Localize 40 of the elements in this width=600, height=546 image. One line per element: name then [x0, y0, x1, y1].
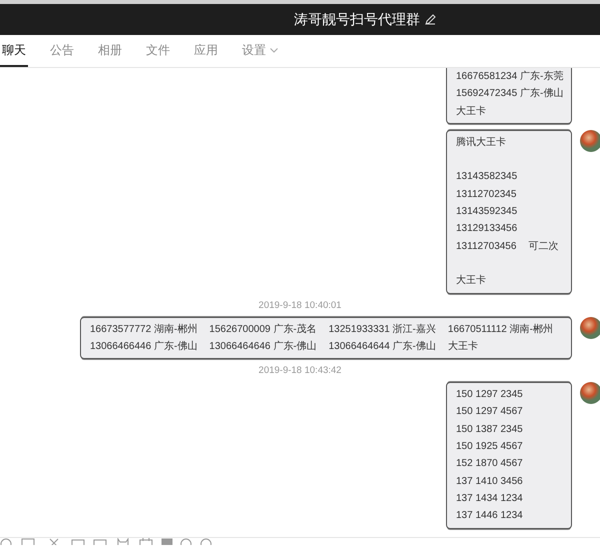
- avatar-icon[interactable]: [580, 382, 600, 404]
- message-text: 150 1925 4567: [456, 440, 523, 454]
- message-text: 13066466446 广东-佛山: [90, 340, 198, 354]
- message-text: 137 1434 1234: [456, 492, 523, 506]
- message-text: 13143592345: [456, 205, 518, 220]
- message-text: 137 1410 3456: [456, 474, 523, 489]
- tab[interactable]: 公告: [48, 35, 76, 67]
- message-text: 150 1387 2345: [456, 422, 523, 437]
- message-text: 16673577772 湖南-郴州: [90, 322, 198, 337]
- avatar-icon[interactable]: [580, 130, 600, 152]
- message-text: 大王卡: [456, 104, 486, 119]
- message-text: 137 1446 1234: [456, 509, 523, 524]
- message-text: 16676581234 广东-东莞: [456, 70, 564, 84]
- message-text: 152 1870 4567: [456, 457, 523, 472]
- message-text: 13066464644 广东-佛山: [328, 340, 436, 354]
- message-text: 13066464646 广东-佛山: [209, 340, 317, 354]
- message-text: 150 1297 2345: [456, 388, 523, 402]
- message-text: 13112703456: [456, 240, 516, 254]
- message-text: 15626700009 广东-茂名: [209, 322, 317, 337]
- timestamp: 2019-9-18 10:40:01: [258, 300, 342, 311]
- message-text: 可二次: [528, 240, 558, 254]
- message-text: 大王卡: [448, 340, 478, 354]
- tab[interactable]: 聊天: [0, 35, 28, 67]
- timestamp: 2019-9-18 10:43:42: [258, 365, 342, 376]
- message-text: 13251933331 浙江-嘉兴: [328, 322, 436, 337]
- message-text: 大王卡: [456, 274, 486, 288]
- message-text: 16670511112 湖南-郴州: [448, 322, 553, 337]
- window-title: 涛哥靓号扫号代理群: [294, 10, 420, 28]
- message-text: 腾讯大王卡: [456, 136, 506, 150]
- tab[interactable]: 设置: [240, 35, 280, 67]
- edit-icon[interactable]: [425, 14, 436, 25]
- tab[interactable]: 文件: [144, 35, 172, 67]
- tab[interactable]: 相册: [96, 35, 124, 67]
- tab[interactable]: 应用: [192, 35, 220, 67]
- message-text: 13129133456: [456, 222, 518, 236]
- avatar-icon[interactable]: [580, 316, 600, 339]
- message-text: 150 1297 4567: [456, 405, 523, 420]
- message-text: 13112702345: [456, 188, 516, 202]
- message-text: 13143582345: [456, 170, 518, 184]
- message-text: 15692472345 广东-佛山: [456, 86, 564, 102]
